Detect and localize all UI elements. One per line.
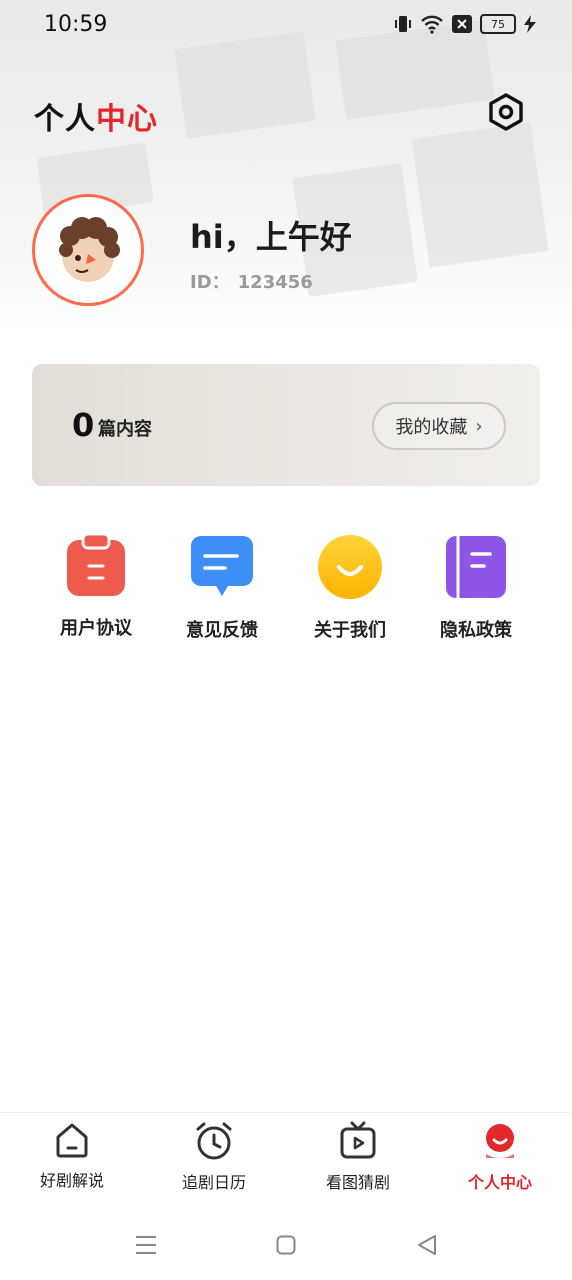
shortcut-label: 意见反馈 <box>186 620 258 641</box>
page-title: 个人 中心 <box>34 94 158 138</box>
home-icon <box>56 1123 88 1158</box>
avatar[interactable] <box>32 194 144 306</box>
shortcut-label: 关于我们 <box>314 620 386 641</box>
system-nav-bar <box>0 1210 572 1280</box>
nav-tab-label: 看图猜剧 <box>325 1173 390 1192</box>
shortcut-about-us[interactable]: 关于我们 <box>300 534 400 642</box>
profile-icon <box>486 1124 514 1158</box>
shortcut-label: 隐私政策 <box>440 620 512 641</box>
smile-icon <box>318 535 382 599</box>
alarm-clock-icon <box>196 1122 232 1160</box>
my-favorites-button[interactable]: 我的收藏 › <box>372 402 506 450</box>
status-bar: 10:59 75 <box>0 0 572 52</box>
chevron-right-icon: › <box>475 415 483 437</box>
no-sim-icon <box>452 15 472 33</box>
avatar-image <box>59 217 120 282</box>
chat-bubble-icon <box>191 536 253 596</box>
shortcut-privacy-policy[interactable]: 隐私政策 <box>426 534 526 642</box>
menu-icon[interactable] <box>134 1234 158 1256</box>
shortcut-label: 用户协议 <box>60 618 132 639</box>
nav-tab-label: 好剧解说 <box>39 1171 104 1190</box>
back-icon[interactable] <box>416 1234 438 1256</box>
nav-tab-label: 个人中心 <box>467 1173 532 1192</box>
favorites-card: 0 篇内容 我的收藏 › <box>32 364 540 486</box>
battery-level: 75 <box>491 17 505 31</box>
settings-icon[interactable] <box>486 92 526 132</box>
clipboard-icon <box>67 534 125 596</box>
content-count: 0 <box>72 406 95 444</box>
shortcut-user-agreement[interactable]: 用户协议 <box>46 534 146 640</box>
tv-play-icon <box>340 1121 376 1159</box>
battery-icon: 75 <box>480 14 516 34</box>
status-time: 10:59 <box>44 12 108 37</box>
nav-tab-drama-calendar[interactable]: 追剧日历 <box>154 1113 274 1193</box>
shortcut-feedback[interactable]: 意见反馈 <box>172 534 272 642</box>
wifi-icon <box>421 15 443 34</box>
content-count-label: 篇内容 <box>98 419 152 440</box>
user-id-value: 123456 <box>237 272 313 293</box>
user-id-label: ID： <box>190 272 230 293</box>
nav-tab-label: 追剧日历 <box>181 1173 246 1192</box>
home-square-icon[interactable] <box>276 1235 296 1255</box>
user-id: ID： 123456 <box>190 268 313 294</box>
nav-tab-guess-drama[interactable]: 看图猜剧 <box>298 1113 418 1193</box>
notebook-icon <box>446 536 506 598</box>
greeting-text: hi，上午好 <box>190 218 352 256</box>
nav-tab-drama-commentary[interactable]: 好剧解说 <box>12 1113 132 1191</box>
bottom-nav: 好剧解说 追剧日历 看图猜剧 个人中心 <box>0 1112 572 1211</box>
shortcut-grid: 用户协议 意见反馈 关于我们 隐私政策 <box>32 534 540 644</box>
vibrate-icon <box>395 16 411 32</box>
page-title-part2: 中心 <box>96 102 158 137</box>
charging-icon <box>524 15 536 33</box>
nav-tab-personal-center[interactable]: 个人中心 <box>440 1113 560 1193</box>
page-title-part1: 个人 <box>34 102 96 137</box>
my-favorites-label: 我的收藏 <box>395 417 468 438</box>
